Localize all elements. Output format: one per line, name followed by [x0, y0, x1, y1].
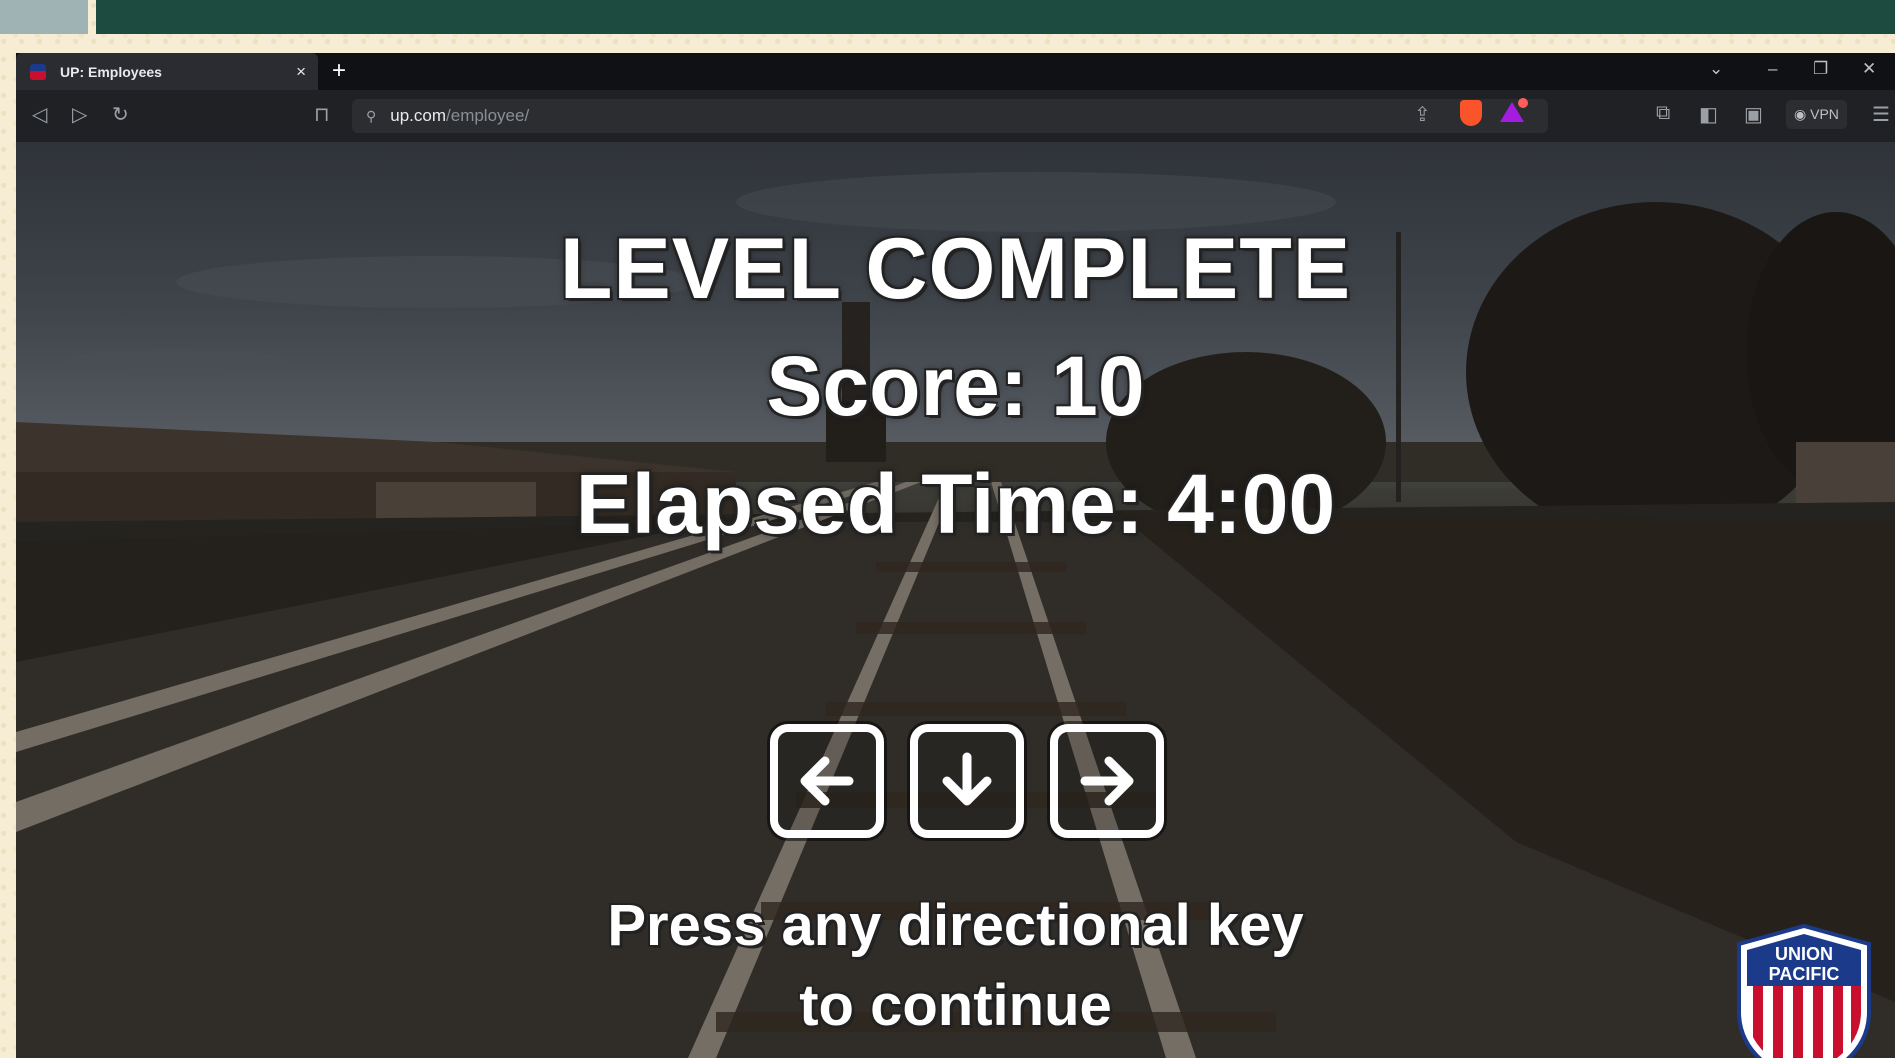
union-pacific-favicon-icon — [30, 63, 46, 80]
continue-prompt-line2: to continue — [799, 973, 1112, 1038]
url-path: /employee/ — [446, 106, 530, 125]
top-strip-left — [0, 0, 88, 34]
minimize-button[interactable]: – — [1768, 59, 1777, 79]
logo-text-union: UNION — [1775, 944, 1833, 964]
tab-close-button[interactable]: × — [296, 62, 306, 82]
logo-text-pacific: PACIFIC — [1769, 964, 1840, 984]
tab-up-employees[interactable]: UP: Employees × — [16, 53, 318, 90]
sidebar-icon[interactable]: ◧ — [1699, 102, 1718, 127]
tab-list-chevron-icon[interactable]: ⌄ — [1709, 59, 1723, 79]
restore-button[interactable]: ❐ — [1813, 59, 1828, 79]
share-icon[interactable]: ⇪ — [1414, 102, 1431, 127]
left-arrow-key[interactable] — [770, 724, 884, 838]
tab-bar: UP: Employees × + ⌄ – ❐ ✕ — [16, 53, 1895, 90]
bookmark-icon[interactable]: ⊓ — [314, 102, 330, 127]
elapsed-time-text: Elapsed Time: 4:00 — [575, 457, 1336, 551]
continue-prompt-line1: Press any directional key — [607, 893, 1304, 958]
tab-title: UP: Employees — [60, 63, 162, 80]
top-strip-right — [96, 0, 1895, 34]
address-bar[interactable]: ⚲ up.com/employee/ — [352, 99, 1548, 133]
browser-toolbar: ◁ ▷ ↻ ⊓ ⚲ up.com/employee/ ⇪ ⧉ ◧ ▣ ◉ VPN… — [16, 90, 1895, 142]
new-tab-button[interactable]: + — [332, 57, 346, 85]
menu-icon[interactable]: ☰ — [1872, 102, 1890, 127]
right-arrow-icon — [1080, 756, 1134, 806]
url-host: up.com — [390, 106, 447, 125]
score-text: Score: 10 — [766, 339, 1145, 433]
extensions-icon[interactable]: ⧉ — [1656, 102, 1670, 125]
rewards-badge — [1518, 98, 1528, 108]
left-arrow-icon — [800, 756, 854, 806]
down-arrow-icon — [942, 752, 992, 806]
union-pacific-logo: UNION PACIFIC — [1737, 923, 1871, 1058]
browser-window: UP: Employees × + ⌄ – ❐ ✕ ◁ ▷ ↻ ⊓ ⚲ up.c… — [16, 53, 1895, 1058]
wallet-icon[interactable]: ▣ — [1744, 102, 1763, 127]
forward-icon[interactable]: ▷ — [72, 102, 87, 127]
vpn-label: VPN — [1810, 106, 1839, 122]
down-arrow-key[interactable] — [910, 724, 1024, 838]
back-icon[interactable]: ◁ — [32, 102, 47, 127]
level-complete-title: LEVEL COMPLETE — [559, 221, 1352, 317]
close-window-button[interactable]: ✕ — [1862, 59, 1876, 79]
game-viewport[interactable]: LEVEL COMPLETE Score: 10 Elapsed Time: 4… — [16, 142, 1895, 1058]
right-arrow-key[interactable] — [1050, 724, 1164, 838]
vpn-button[interactable]: ◉ VPN — [1786, 100, 1847, 129]
brave-shields-icon[interactable] — [1460, 100, 1482, 126]
site-info-icon[interactable]: ⚲ — [366, 108, 376, 125]
reload-icon[interactable]: ↻ — [112, 102, 129, 127]
arrow-keys-group — [770, 724, 1164, 848]
